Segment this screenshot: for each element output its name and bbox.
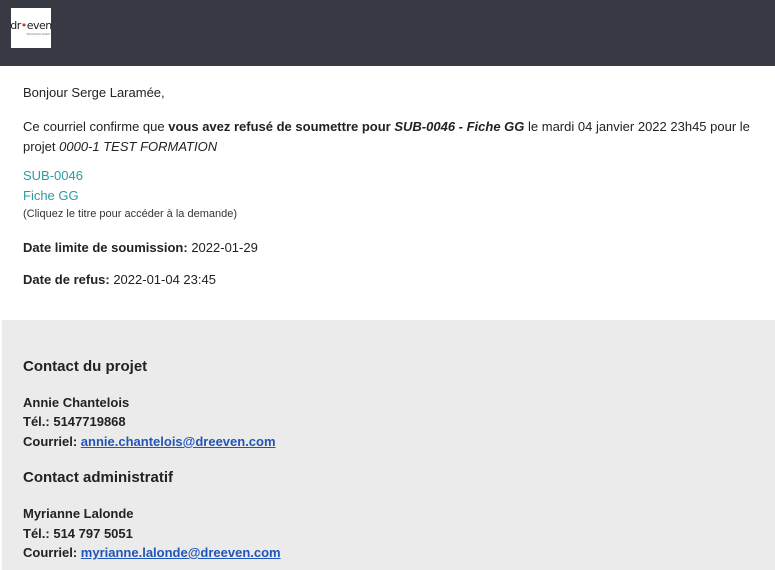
project-contact-phone: Tél.: 5147719868 (23, 414, 126, 429)
project-contact-name: Annie Chantelois (23, 395, 130, 410)
phone-label: Tél.: (23, 414, 54, 429)
contacts-footer: Contact du projet Annie Chantelois Tél.:… (2, 320, 775, 570)
deadline-label: Date limite de soumission: (23, 240, 188, 255)
link-hint: (Cliquez le titre pour accéder à la dema… (23, 208, 238, 220)
deadline-value: 2022-01-29 (187, 240, 258, 255)
refusal-date-field: Date de refus: 2022-01-04 23:45 (23, 272, 216, 287)
greeting: Bonjour Serge Laramée, (23, 85, 165, 100)
submission-title-link[interactable]: Fiche GG (23, 188, 79, 203)
logo-subtext: TECHNOLOGIES (26, 32, 50, 36)
project-contact-title: Contact du projet (23, 358, 148, 375)
admin-contact-title: Contact administratif (23, 469, 174, 486)
project-contact-email-link[interactable]: annie.chantelois@dreeven.com (81, 434, 276, 449)
email-header: dr•even TECHNOLOGIES (0, 0, 775, 66)
email-label: Courriel: (23, 434, 81, 449)
logo-text-end: even (26, 19, 53, 32)
refusal-value: 2022-01-04 23:45 (109, 272, 216, 287)
deadline-field: Date limite de soumission: 2022-01-29 (23, 240, 258, 255)
email-label: Courriel: (23, 545, 81, 560)
refusal-label: Date de refus: (23, 272, 110, 287)
submission-code-link[interactable]: SUB-0046 (23, 168, 83, 183)
confirm-item: SUB-0046 - Fiche GG (394, 119, 525, 134)
phone-label: Tél.: (23, 526, 54, 541)
admin-contact-email: Courriel: myrianne.lalonde@dreeven.com (23, 545, 281, 560)
confirm-bold: vous avez refusé de soumettre pour (168, 119, 395, 134)
project-contact-email: Courriel: annie.chantelois@dreeven.com (23, 434, 276, 449)
admin-contact-name: Myrianne Lalonde (23, 506, 134, 521)
admin-contact-email-link[interactable]: myrianne.lalonde@dreeven.com (81, 545, 281, 560)
admin-contact-phone: Tél.: 514 797 5051 (23, 526, 133, 541)
confirmation-text: Ce courriel confirme que vous avez refus… (23, 117, 763, 157)
phone-value: 5147719868 (53, 414, 126, 429)
confirm-project: 0000-1 TEST FORMATION (59, 139, 218, 154)
confirm-prefix: Ce courriel confirme que (23, 119, 169, 134)
dreeven-logo: dr•even TECHNOLOGIES (10, 8, 52, 48)
phone-value: 514 797 5051 (53, 526, 133, 541)
logo-wordmark: dr•even (10, 20, 52, 31)
logo-text-start: dr (10, 19, 21, 32)
